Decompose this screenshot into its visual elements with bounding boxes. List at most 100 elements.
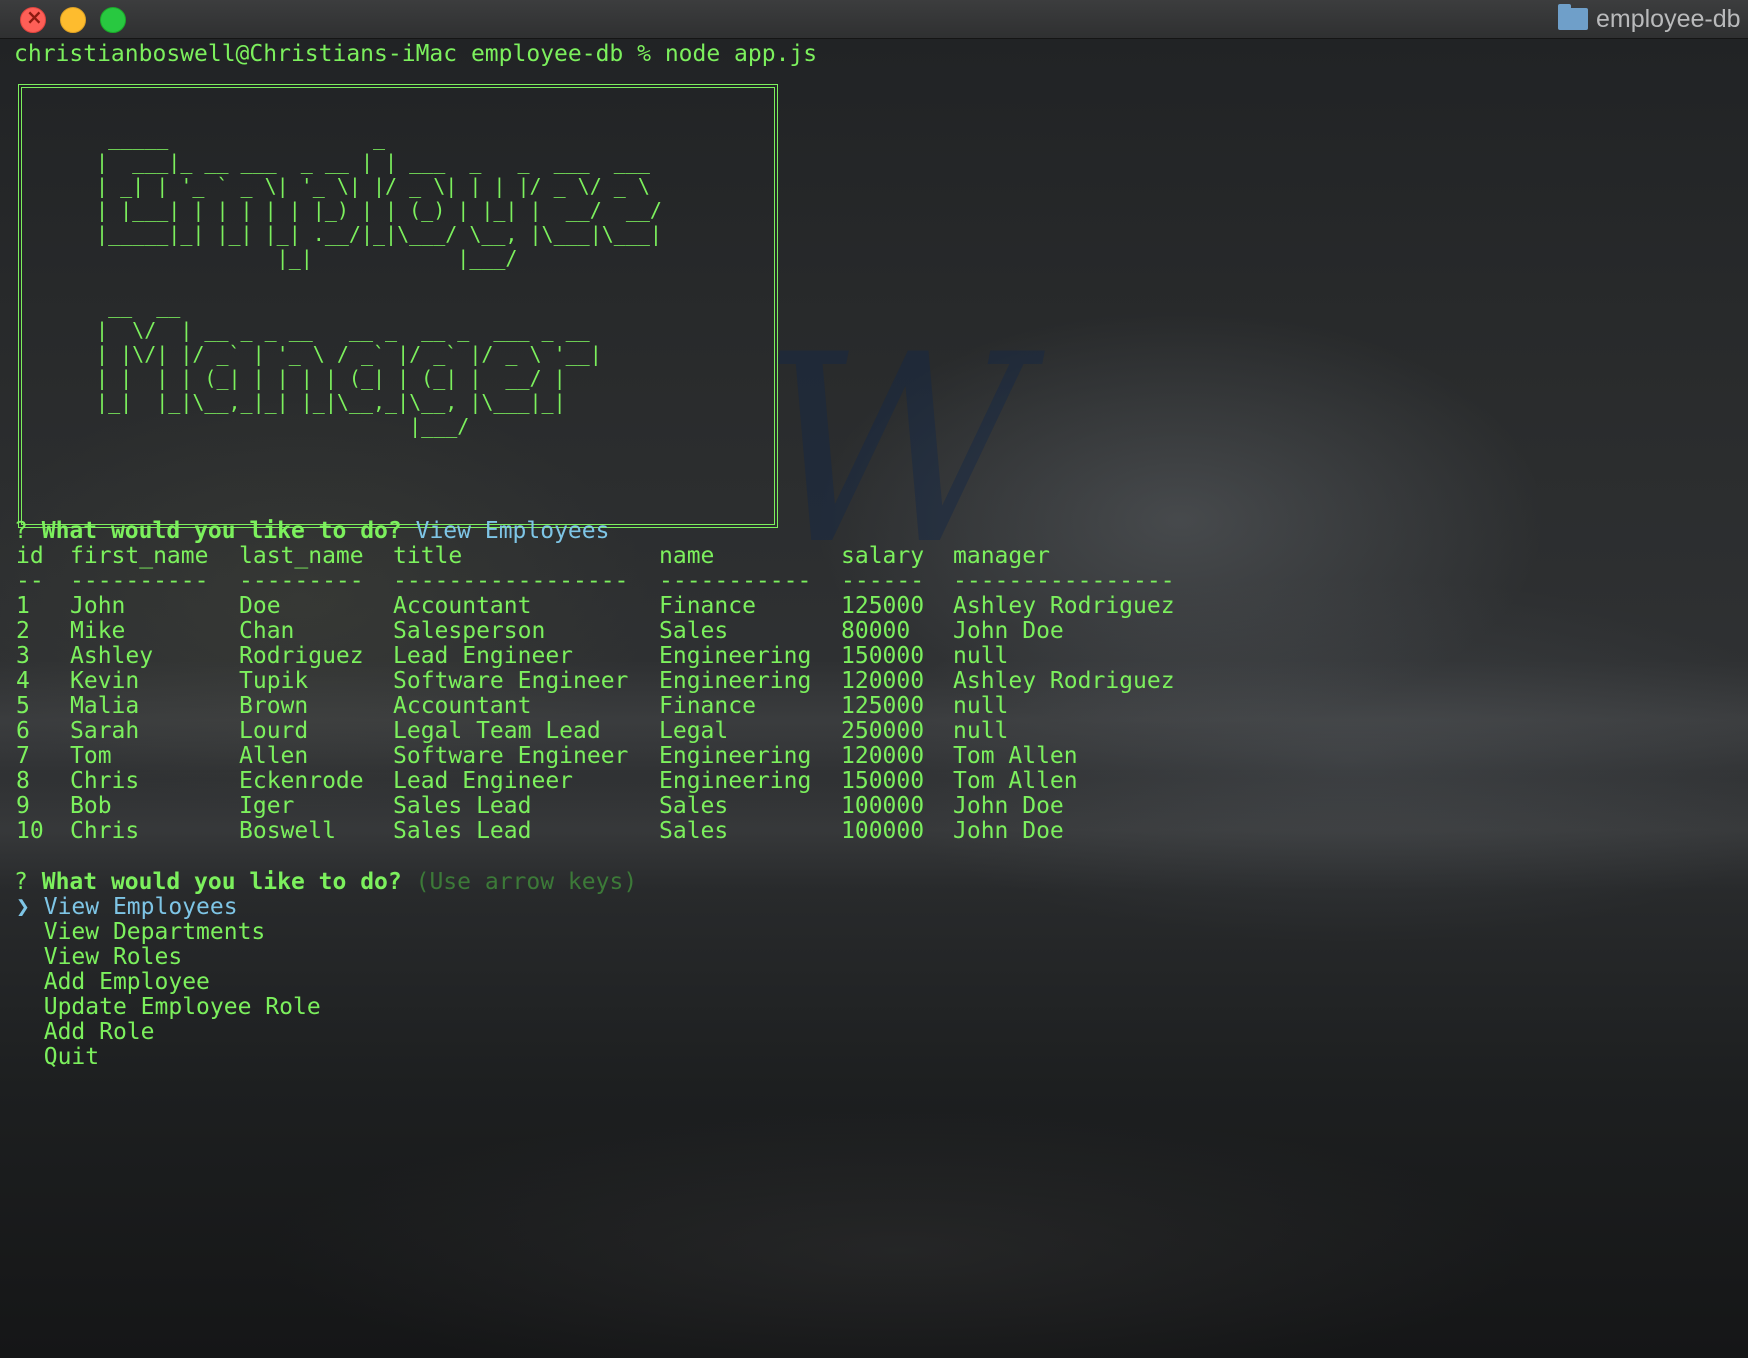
cell-salary: salary bbox=[841, 543, 925, 569]
cell-manager: ---------------- bbox=[953, 568, 1175, 594]
menu-item-label: View Roles bbox=[43, 944, 183, 970]
cell-first-name: Chris bbox=[70, 768, 140, 794]
cell-title: Legal Team Lead bbox=[393, 718, 601, 744]
cell-salary: 120000 bbox=[841, 668, 925, 694]
table-row: 5 Malia Brown Accountant Finance 125000 null bbox=[0, 692, 1240, 720]
menu-item[interactable]: ❯ View Employees bbox=[16, 893, 238, 921]
menu-item[interactable]: Add Role bbox=[16, 1018, 155, 1046]
cell-id: 8 bbox=[16, 768, 30, 794]
cell-salary: 100000 bbox=[841, 793, 925, 819]
cell-first-name: Bob bbox=[70, 793, 112, 819]
cell-first-name: ---------- bbox=[70, 568, 209, 594]
ascii-banner-art: _____ _ | ___|_ __ ___ _ __ | | ___ _ _ … bbox=[96, 126, 662, 438]
menu-item-label: Update Employee Role bbox=[43, 994, 321, 1020]
cell-id: 5 bbox=[16, 693, 30, 719]
cell-id: id bbox=[16, 543, 44, 569]
cell-first-name: Malia bbox=[70, 693, 140, 719]
cell-manager: manager bbox=[953, 543, 1050, 569]
cell-manager: Tom Allen bbox=[953, 768, 1078, 794]
table-row: 2 Mike Chan Salesperson Sales 80000 John Doe bbox=[0, 617, 1240, 645]
cell-department-name: Sales bbox=[659, 793, 729, 819]
cell-id: 2 bbox=[16, 618, 30, 644]
cell-manager: null bbox=[953, 718, 1009, 744]
cell-id: 3 bbox=[16, 643, 30, 669]
terminal-content[interactable]: christianboswell@Christians-iMac employe… bbox=[0, 38, 1748, 1358]
cell-manager: John Doe bbox=[953, 793, 1064, 819]
cell-department-name: Legal bbox=[659, 718, 729, 744]
menu-item-spacer bbox=[16, 1044, 30, 1070]
menu-item[interactable]: View Departments bbox=[16, 918, 266, 946]
cell-department-name: Finance bbox=[659, 693, 756, 719]
cell-manager: Ashley Rodriguez bbox=[953, 668, 1175, 694]
table-row: 9 Bob Iger Sales Lead Sales 100000 John Doe bbox=[0, 792, 1240, 820]
menu-item-spacer bbox=[16, 994, 30, 1020]
table-row: 4 Kevin Tupik Software Engineer Engineering 1… bbox=[0, 667, 1240, 695]
cell-last-name: Rodriguez bbox=[239, 643, 364, 669]
cell-first-name: Chris bbox=[70, 818, 140, 844]
cell-first-name: Sarah bbox=[70, 718, 140, 744]
cell-id: 6 bbox=[16, 718, 30, 744]
cell-salary: 80000 bbox=[841, 618, 911, 644]
cell-manager: null bbox=[953, 693, 1009, 719]
cell-title: Accountant bbox=[393, 593, 532, 619]
cell-salary: 100000 bbox=[841, 818, 925, 844]
cell-first-name: Ashley bbox=[70, 643, 154, 669]
menu-item-label: View Employees bbox=[43, 894, 238, 920]
cell-first-name: Mike bbox=[70, 618, 126, 644]
table-header-row: id first_name last_name title name salary mana… bbox=[0, 542, 1240, 570]
menu-item[interactable]: Update Employee Role bbox=[16, 993, 321, 1021]
cell-id: 1 bbox=[16, 593, 30, 619]
cell-last-name: Boswell bbox=[239, 818, 336, 844]
cell-salary: 120000 bbox=[841, 743, 925, 769]
cell-title: title bbox=[393, 543, 463, 569]
cell-last-name: Doe bbox=[239, 593, 281, 619]
cell-title: Lead Engineer bbox=[393, 643, 574, 669]
cell-title: Accountant bbox=[393, 693, 532, 719]
table-row: 6 Sarah Lourd Legal Team Lead Legal 250000 nul… bbox=[0, 717, 1240, 745]
cell-id: 9 bbox=[16, 793, 30, 819]
cell-title: Lead Engineer bbox=[393, 768, 574, 794]
cell-last-name: Tupik bbox=[239, 668, 309, 694]
menu-item-label: View Departments bbox=[43, 919, 266, 945]
menu-item[interactable]: Add Employee bbox=[16, 968, 210, 996]
menu-item[interactable]: Quit bbox=[16, 1043, 99, 1071]
cell-manager: John Doe bbox=[953, 618, 1064, 644]
cell-title: ----------------- bbox=[393, 568, 629, 594]
cell-last-name: Lourd bbox=[239, 718, 309, 744]
cell-manager: John Doe bbox=[953, 818, 1064, 844]
cell-salary: 150000 bbox=[841, 768, 925, 794]
cell-department-name: Sales bbox=[659, 818, 729, 844]
menu-item[interactable]: View Roles bbox=[16, 943, 182, 971]
cell-salary: ------ bbox=[841, 568, 925, 594]
table-row: 3 Ashley Rodriguez Lead Engineer Engineering… bbox=[0, 642, 1240, 670]
minimize-button[interactable] bbox=[60, 7, 86, 33]
arrow-keys-hint: (Use arrow keys) bbox=[415, 869, 638, 895]
question-text: What would you like to do? bbox=[41, 869, 402, 895]
cell-title: Sales Lead bbox=[393, 793, 532, 819]
table-row: 1 John Doe Accountant Finance 125000 Ashley Ro… bbox=[0, 592, 1240, 620]
cell-department-name: ----------- bbox=[659, 568, 812, 594]
cell-last-name: Chan bbox=[239, 618, 295, 644]
menu-item-spacer bbox=[16, 969, 30, 995]
cell-last-name: Iger bbox=[239, 793, 295, 819]
zoom-button[interactable] bbox=[100, 7, 126, 33]
cell-department-name: Engineering bbox=[659, 768, 812, 794]
menu-item-spacer bbox=[16, 1019, 30, 1045]
menu-item-spacer bbox=[16, 919, 30, 945]
question-answer: View Employees bbox=[415, 518, 610, 544]
cell-first-name: Tom bbox=[70, 743, 112, 769]
terminal-window: W employee-db christianboswell@Christian… bbox=[0, 0, 1748, 1358]
cell-id: 10 bbox=[16, 818, 44, 844]
cell-last-name: --------- bbox=[239, 568, 364, 594]
menu-item-spacer bbox=[16, 944, 30, 970]
menu-item-label: Add Employee bbox=[43, 969, 210, 995]
cell-title: Salesperson bbox=[393, 618, 546, 644]
cell-department-name: Engineering bbox=[659, 643, 812, 669]
cell-salary: 150000 bbox=[841, 643, 925, 669]
cell-department-name: name bbox=[659, 543, 715, 569]
close-button[interactable] bbox=[20, 5, 46, 33]
cell-salary: 125000 bbox=[841, 693, 925, 719]
cell-manager: null bbox=[953, 643, 1009, 669]
table-row: 10 Chris Boswell Sales Lead Sales 100000 John … bbox=[0, 817, 1240, 845]
cell-last-name: Brown bbox=[239, 693, 309, 719]
